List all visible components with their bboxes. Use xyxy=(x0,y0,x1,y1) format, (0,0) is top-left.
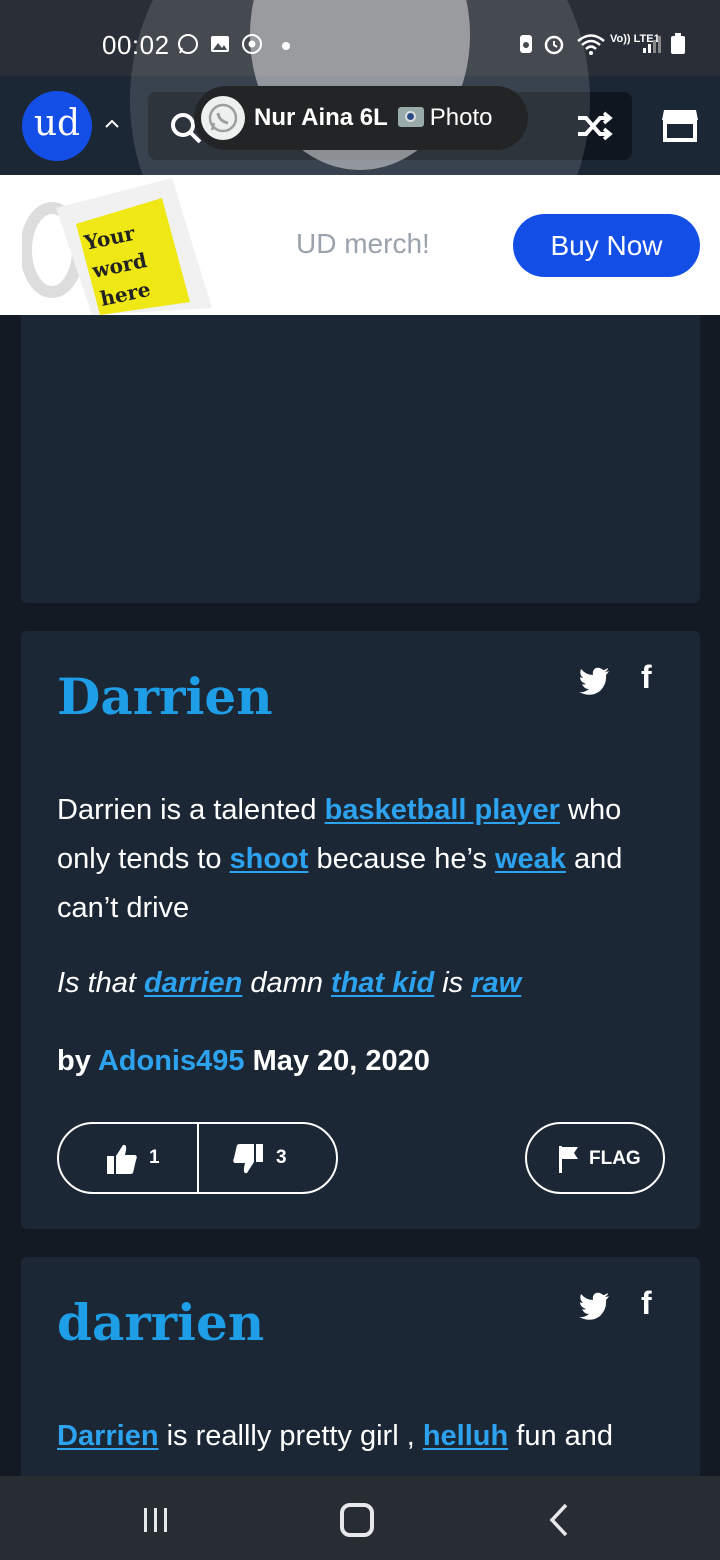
post-date: May 20, 2020 xyxy=(252,1045,430,1077)
byline: by Adonis495 May 20, 2020 xyxy=(57,1045,430,1078)
flag-label: FLAG xyxy=(589,1148,641,1169)
upvote-count: 1 xyxy=(149,1147,160,1168)
text-segment: is xyxy=(434,967,472,999)
merch-text: UD merch! xyxy=(296,228,430,259)
by-label: by xyxy=(57,1045,91,1077)
notification-pill[interactable]: Nur Aina 6L Photo xyxy=(194,86,528,150)
text-segment: is reallly pretty girl , xyxy=(158,1420,423,1452)
flag-icon xyxy=(559,1146,578,1173)
upvote-button[interactable]: 1 xyxy=(59,1124,197,1192)
downvote-button[interactable]: 3 xyxy=(199,1124,338,1192)
thumbs-down-icon xyxy=(233,1144,263,1174)
definition-card: darrien f Darrien is reallly pretty girl… xyxy=(21,1257,700,1487)
back-icon[interactable] xyxy=(546,1502,574,1538)
whatsapp-icon xyxy=(201,96,245,140)
notification-message: Photo xyxy=(429,104,493,131)
twitter-icon[interactable] xyxy=(578,1292,610,1320)
signal-icon xyxy=(643,36,661,53)
word-title[interactable]: darrien xyxy=(57,1293,264,1352)
vote-group: 1 3 xyxy=(57,1122,338,1194)
facebook-icon[interactable]: f xyxy=(641,659,652,696)
ud-logo[interactable]: ud xyxy=(22,91,92,161)
buy-now-button[interactable]: Buy Now xyxy=(513,214,700,277)
definition-card: Darrien f Darrien is a talented basketba… xyxy=(21,631,700,1229)
recent-apps-icon[interactable] xyxy=(141,1505,171,1535)
definition-example: Is that darrien damn that kid is raw xyxy=(57,967,521,1000)
facebook-icon[interactable]: f xyxy=(641,1285,652,1322)
downvote-count: 3 xyxy=(276,1147,287,1168)
notification-sender: Nur Aina 6L xyxy=(254,104,388,131)
word-title[interactable]: Darrien xyxy=(57,667,273,726)
definition-meaning: Darrien is reallly pretty girl , helluh … xyxy=(57,1412,667,1461)
twitter-icon[interactable] xyxy=(578,667,610,695)
camera-icon xyxy=(397,107,424,127)
term-link[interactable]: basketball player xyxy=(325,794,560,826)
battery-icon xyxy=(671,33,685,54)
logo-text: ud xyxy=(33,103,81,144)
text-segment: fun and xyxy=(508,1420,614,1452)
thumbs-up-icon xyxy=(107,1144,137,1174)
store-icon[interactable] xyxy=(660,104,700,144)
ad-placeholder xyxy=(21,315,700,603)
term-link[interactable]: Darrien xyxy=(57,1420,159,1452)
term-link[interactable]: helluh xyxy=(423,1420,508,1452)
chevron-up-icon[interactable] xyxy=(102,114,122,134)
author-link[interactable]: Adonis495 xyxy=(98,1045,245,1077)
text-segment: damn xyxy=(242,967,332,999)
term-link[interactable]: shoot xyxy=(230,843,309,875)
notification-text: Nur Aina 6L Photo xyxy=(254,104,493,132)
flag-button[interactable]: FLAG xyxy=(525,1122,665,1194)
text-segment: Darrien is a talented xyxy=(57,794,325,826)
definition-meaning: Darrien is a talented basketball player … xyxy=(57,786,667,933)
term-link[interactable]: raw xyxy=(471,967,521,999)
text-segment: Is that xyxy=(57,967,145,999)
term-link[interactable]: weak xyxy=(495,843,566,875)
mug-image: Your word here xyxy=(22,178,212,315)
term-link[interactable]: darrien xyxy=(144,967,242,999)
home-icon[interactable] xyxy=(340,1503,374,1537)
text-segment: because he’s xyxy=(308,843,495,875)
term-link[interactable]: that kid xyxy=(331,967,434,999)
